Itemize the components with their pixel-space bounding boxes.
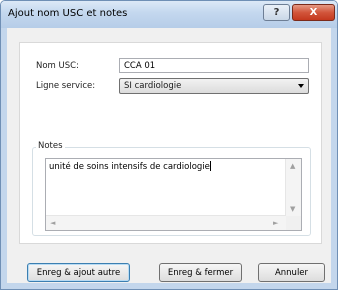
window-frame-bottom: [1, 283, 337, 289]
name-field[interactable]: CCA 01: [119, 58, 309, 73]
scrollbar-corner: [286, 216, 301, 230]
notes-textarea[interactable]: unité de soins intensifs de cardiologie …: [45, 158, 302, 231]
chevron-down-icon: [298, 84, 304, 88]
window-frame-right: [331, 28, 337, 289]
cancel-button[interactable]: Annuler: [258, 263, 325, 282]
notes-group-label: Notes: [36, 141, 65, 151]
scroll-left-icon[interactable]: ◄: [50, 219, 55, 227]
title-bar[interactable]: Ajout nom USC et notes ? X: [1, 1, 337, 28]
save-add-button[interactable]: Enreg & ajout autre: [27, 263, 130, 282]
service-dropdown[interactable]: SI cardiologie: [119, 78, 309, 94]
scroll-right-icon[interactable]: ►: [273, 219, 278, 227]
notes-text: unité de soins intensifs de cardiologie: [49, 161, 211, 172]
window-title: Ajout nom USC et notes: [8, 8, 128, 19]
dialog-client-area: Nom USC: CCA 01 Ligne service: SI cardio…: [7, 28, 331, 283]
vertical-scrollbar[interactable]: ▲ ▼: [285, 159, 301, 216]
form-panel: Nom USC: CCA 01 Ligne service: SI cardio…: [19, 42, 322, 244]
scroll-down-icon[interactable]: ▼: [290, 205, 295, 213]
dialog-window: Ajout nom USC et notes ? X Nom USC: CCA …: [0, 0, 338, 290]
close-button[interactable]: X: [292, 4, 335, 21]
text-caret: [209, 161, 211, 171]
service-dropdown-value: SI cardiologie: [124, 81, 182, 91]
help-button[interactable]: ?: [263, 4, 290, 21]
scroll-up-icon[interactable]: ▲: [290, 162, 295, 170]
notes-group: Notes unité de soins intensifs de cardio…: [32, 141, 311, 236]
save-close-button[interactable]: Enreg & fermer: [159, 263, 242, 282]
horizontal-scrollbar[interactable]: ◄ ►: [46, 215, 286, 230]
service-label: Ligne service:: [36, 81, 96, 91]
name-label: Nom USC:: [36, 61, 79, 71]
